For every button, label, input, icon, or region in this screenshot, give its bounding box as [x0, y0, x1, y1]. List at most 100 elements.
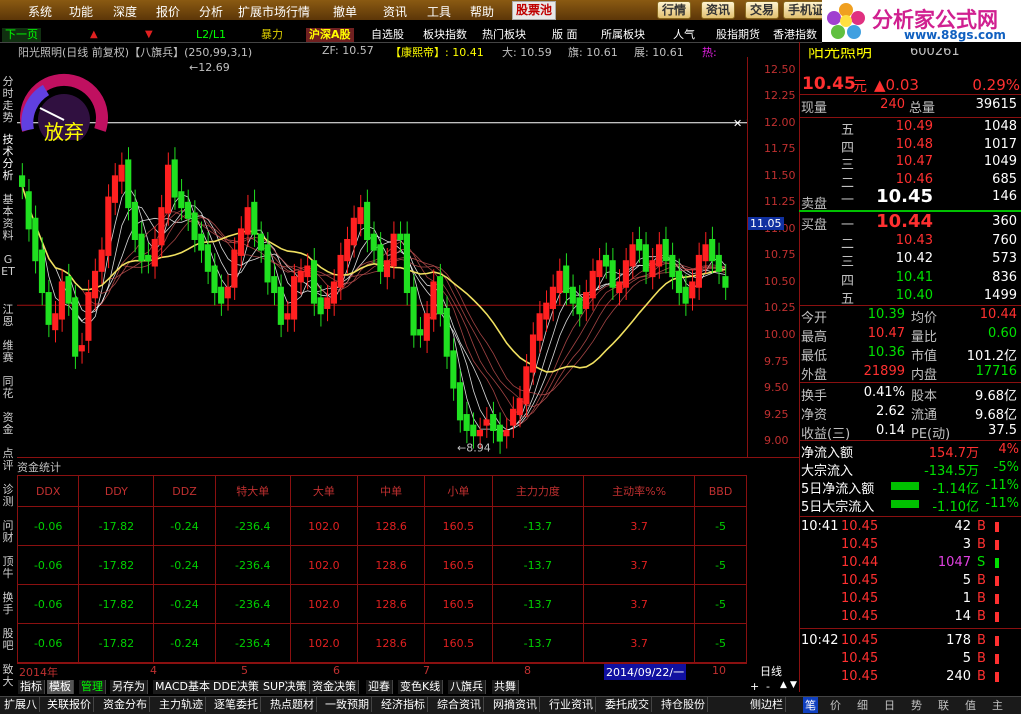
- btab2-trades[interactable]: 委托成交: [603, 697, 652, 712]
- right-tab-0[interactable]: 笔: [803, 697, 818, 713]
- tab-layout[interactable]: 版 面: [549, 28, 581, 42]
- candle-body: [330, 281, 338, 304]
- tick-price: 10.45: [841, 591, 879, 606]
- btab-indicator[interactable]: 指标: [18, 680, 45, 694]
- btab2-holdings[interactable]: 持仓股份: [659, 697, 708, 712]
- candle-body: [377, 244, 384, 272]
- hangqing-button[interactable]: 行情: [657, 1, 692, 19]
- vtab-tech-analysis[interactable]: 技术分析: [1, 134, 15, 182]
- ask-level-label: 一: [841, 193, 855, 208]
- flow-cell: 160.5: [424, 584, 493, 624]
- menu-item-stock-pool[interactable]: 股票池: [512, 1, 557, 20]
- menu-item-tools[interactable]: 工具: [427, 3, 451, 20]
- triangle-down-icon[interactable]: ▼: [145, 29, 153, 40]
- btab2-hot-topic[interactable]: 热点题材: [268, 697, 317, 712]
- btab-color-k[interactable]: 变色K线: [398, 680, 444, 694]
- stock-code: 600261: [910, 48, 960, 59]
- zixun-button[interactable]: 资讯: [701, 1, 736, 19]
- vtab-basic-info[interactable]: 基本资料: [1, 194, 15, 242]
- right-tab-1[interactable]: 价: [830, 697, 841, 713]
- vtab-wencai[interactable]: 问财: [1, 520, 15, 544]
- right-tab-5[interactable]: 联: [938, 697, 949, 713]
- btab2-sidebar[interactable]: 侧边栏: [748, 697, 786, 712]
- menu-item-analysis[interactable]: 分析: [199, 3, 223, 20]
- right-tab-3[interactable]: 日: [884, 697, 895, 713]
- vtab-dingniu[interactable]: 顶牛: [1, 556, 15, 580]
- vtab-tonghua[interactable]: 同花: [1, 376, 15, 400]
- vtab-fenshi[interactable]: 分时走势: [1, 76, 15, 124]
- btab-baqibing[interactable]: 八旗兵: [448, 680, 486, 694]
- candle-body: [403, 233, 410, 294]
- flow-cell: -13.7: [491, 506, 585, 546]
- tick-price: 10.45: [841, 633, 879, 648]
- stat-value: 2.62: [876, 404, 905, 419]
- arrow-down-icon[interactable]: ▼: [790, 680, 797, 690]
- btab2-economic[interactable]: 经济指标: [379, 697, 428, 712]
- btab-yingchun[interactable]: 迎春: [366, 680, 393, 694]
- vtab-huanshou[interactable]: 换手: [1, 592, 15, 616]
- btab-gongwu[interactable]: 共舞: [492, 680, 519, 694]
- vtab-weisai[interactable]: 维赛: [1, 340, 15, 364]
- btab-manage[interactable]: 管理: [79, 680, 106, 694]
- vtab-jiangen[interactable]: 江恩: [1, 304, 15, 328]
- menu-item-depth[interactable]: 深度: [113, 3, 137, 20]
- vtab-guba[interactable]: 股吧: [1, 628, 15, 652]
- arrow-up-icon[interactable]: ▲: [780, 680, 787, 690]
- btab2-web-news[interactable]: 网摘资讯: [491, 697, 540, 712]
- tab-baoli[interactable]: 暴力: [258, 28, 286, 42]
- table-row: -0.06 -17.82 -0.24 -236.4 102.0 128.6 160.5 -13…: [16, 584, 747, 624]
- vtab-dianping[interactable]: 点评: [1, 448, 15, 472]
- candle-body: [423, 313, 430, 341]
- tab-hk-index[interactable]: 香港指数: [770, 28, 824, 42]
- btab2-order[interactable]: 逐笔委托: [212, 697, 261, 712]
- tick-volume: 3: [962, 537, 971, 552]
- menu-item-cancel[interactable]: 撤单: [333, 3, 357, 20]
- vtab-zhida[interactable]: 致大: [1, 664, 15, 688]
- next-page-button[interactable]: 下一页: [2, 28, 41, 42]
- tab-hot-sector[interactable]: 热门板块: [479, 28, 529, 42]
- btab2-fund-dist[interactable]: 资金分布: [101, 697, 150, 712]
- right-tab-2[interactable]: 细: [857, 697, 868, 713]
- btab2-industry[interactable]: 行业资讯: [547, 697, 596, 712]
- plus-icon[interactable]: +: [750, 680, 759, 693]
- triangle-up-icon[interactable]: ▲: [90, 29, 98, 40]
- candle-body: [251, 201, 258, 235]
- btab-sup[interactable]: SUP决策: [261, 680, 310, 694]
- btab2-news[interactable]: 综合资讯: [435, 697, 484, 712]
- period-label[interactable]: 日线: [760, 663, 782, 679]
- btab-macd[interactable]: MACD基本: [153, 680, 213, 694]
- tab-bankuai-index[interactable]: 板块指数: [420, 28, 470, 42]
- btab-zijin[interactable]: 资金决策: [310, 680, 359, 694]
- right-tab-7[interactable]: 主: [992, 697, 1003, 713]
- tab-index-futures[interactable]: 股指期货: [713, 28, 763, 42]
- menu-item-function[interactable]: 功能: [69, 3, 93, 20]
- btab-saveas[interactable]: 另存为: [110, 680, 148, 694]
- right-tab-6[interactable]: 值: [965, 697, 976, 713]
- kline-chart[interactable]: ←12.69 ←8.94 ✕ 1: [17, 57, 747, 457]
- tab-sector[interactable]: 所属板块: [598, 28, 648, 42]
- menu-item-quote[interactable]: 报价: [156, 3, 180, 20]
- menu-item-system[interactable]: 系统: [28, 3, 52, 20]
- vtab-get[interactable]: GET: [1, 254, 15, 278]
- vtab-zijin[interactable]: 资金: [1, 412, 15, 436]
- menu-item-ext-market[interactable]: 扩展市场行情: [238, 3, 310, 20]
- candle-body: [556, 270, 563, 294]
- vtab-zhence[interactable]: 诊测: [1, 484, 15, 508]
- btab2-consensus[interactable]: 一致预期: [323, 697, 372, 712]
- l2-toggle[interactable]: L2/L1: [193, 28, 229, 42]
- tab-hushen-a[interactable]: 沪深A股: [306, 28, 354, 42]
- btab-dde[interactable]: DDE决策: [211, 680, 262, 694]
- flow-value: -134.5万: [924, 464, 979, 479]
- jiaoyi-button[interactable]: 交易: [745, 1, 780, 19]
- btab2-main-track[interactable]: 主力轨迹: [157, 697, 206, 712]
- menu-item-help[interactable]: 帮助: [470, 3, 494, 20]
- btab-template[interactable]: 模板: [47, 680, 74, 694]
- tab-popularity[interactable]: 人气: [670, 28, 698, 42]
- right-tab-4[interactable]: 势: [911, 697, 922, 713]
- menu-item-news[interactable]: 资讯: [383, 3, 407, 20]
- tab-zixuan[interactable]: 自选股: [368, 28, 407, 42]
- price-tick-label: 9.00: [764, 434, 789, 448]
- btab2-ext[interactable]: 扩展八: [2, 697, 40, 712]
- minus-icon[interactable]: -: [766, 680, 770, 693]
- btab2-related[interactable]: 关联报价: [45, 697, 94, 712]
